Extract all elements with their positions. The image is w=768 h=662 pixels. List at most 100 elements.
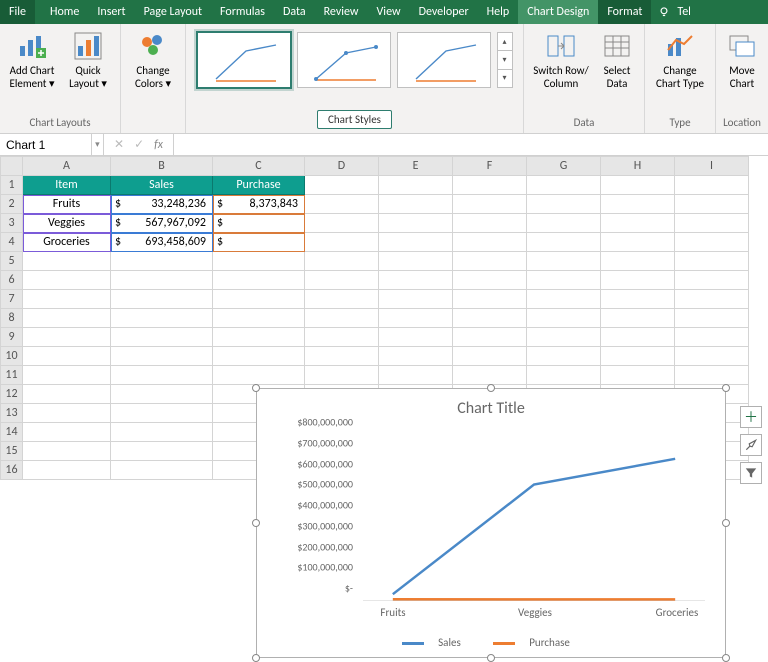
cell[interactable] [23, 404, 111, 423]
tell-me-icon[interactable] [651, 0, 677, 24]
cell[interactable]: $ [213, 233, 305, 252]
cell[interactable] [601, 252, 675, 271]
formula-bar-input[interactable] [174, 134, 768, 155]
cell[interactable] [111, 252, 213, 271]
cell[interactable] [453, 252, 527, 271]
cell[interactable] [213, 347, 305, 366]
chart-style-1[interactable] [197, 32, 291, 88]
resize-handle[interactable] [252, 654, 260, 662]
cell[interactable] [23, 328, 111, 347]
cell[interactable] [23, 347, 111, 366]
cell[interactable]: $ [213, 214, 305, 233]
cell[interactable]: Item [23, 176, 111, 195]
cell[interactable] [305, 176, 379, 195]
cell[interactable]: Sales [111, 176, 213, 195]
cell[interactable] [213, 271, 305, 290]
column-header[interactable]: B [111, 157, 213, 176]
tab-chart-design[interactable]: Chart Design [518, 0, 598, 24]
quick-layout-button[interactable]: Quick Layout ▾ [60, 28, 116, 92]
cell[interactable] [601, 309, 675, 328]
column-header[interactable]: E [379, 157, 453, 176]
column-header[interactable]: A [23, 157, 111, 176]
cell[interactable] [213, 309, 305, 328]
cell[interactable] [305, 366, 379, 385]
cell[interactable] [675, 366, 749, 385]
cell[interactable] [453, 290, 527, 309]
tab-review[interactable]: Review [315, 0, 368, 24]
cell[interactable] [23, 271, 111, 290]
tab-view[interactable]: View [368, 0, 410, 24]
cell[interactable] [23, 385, 111, 404]
tab-formulas[interactable]: Formulas [211, 0, 274, 24]
cell[interactable] [111, 309, 213, 328]
cell[interactable] [601, 347, 675, 366]
tab-developer[interactable]: Developer [410, 0, 478, 24]
cell[interactable] [305, 347, 379, 366]
cell[interactable] [305, 252, 379, 271]
cell[interactable] [111, 385, 213, 404]
cell[interactable] [453, 176, 527, 195]
cell[interactable]: Groceries [23, 233, 111, 252]
cell[interactable] [675, 328, 749, 347]
tab-data[interactable]: Data [274, 0, 315, 24]
cell[interactable] [675, 176, 749, 195]
cell[interactable] [675, 195, 749, 214]
cell[interactable] [453, 271, 527, 290]
cell[interactable] [527, 195, 601, 214]
cell[interactable] [23, 423, 111, 442]
cell[interactable] [379, 214, 453, 233]
cell[interactable] [527, 233, 601, 252]
row-header[interactable]: 9 [1, 328, 23, 347]
cell[interactable] [111, 461, 213, 480]
cell[interactable] [23, 366, 111, 385]
embedded-chart[interactable]: Chart Title $-$100,000,000$200,000,000$3… [256, 388, 726, 658]
cell[interactable] [527, 214, 601, 233]
cell[interactable] [601, 271, 675, 290]
cell[interactable] [213, 328, 305, 347]
cell[interactable] [379, 176, 453, 195]
cell[interactable] [601, 176, 675, 195]
tab-format[interactable]: Format [598, 0, 651, 24]
cell[interactable] [601, 214, 675, 233]
row-header[interactable]: 15 [1, 442, 23, 461]
row-header[interactable]: 2 [1, 195, 23, 214]
change-colors-button[interactable]: Change Colors ▾ [125, 28, 181, 92]
cell[interactable] [379, 252, 453, 271]
cell[interactable] [675, 252, 749, 271]
cell[interactable] [527, 290, 601, 309]
chart-filter-button[interactable] [740, 462, 762, 484]
cell[interactable] [305, 328, 379, 347]
change-chart-type-button[interactable]: Change Chart Type [649, 28, 711, 92]
row-header[interactable]: 14 [1, 423, 23, 442]
cell[interactable] [305, 233, 379, 252]
resize-handle[interactable] [722, 654, 730, 662]
row-header[interactable]: 8 [1, 309, 23, 328]
cell[interactable] [675, 233, 749, 252]
resize-handle[interactable] [487, 384, 495, 392]
row-header[interactable]: 7 [1, 290, 23, 309]
cell[interactable] [213, 290, 305, 309]
chart-elements-button[interactable]: ＋ [740, 406, 762, 428]
cell[interactable] [453, 233, 527, 252]
cell[interactable] [305, 290, 379, 309]
select-all[interactable] [1, 157, 23, 176]
cell[interactable] [675, 214, 749, 233]
cell[interactable] [23, 309, 111, 328]
name-box[interactable]: ▾ [0, 134, 104, 155]
row-header[interactable]: 12 [1, 385, 23, 404]
cell[interactable] [453, 366, 527, 385]
chart-style-3[interactable] [397, 32, 491, 88]
column-header[interactable]: G [527, 157, 601, 176]
cell[interactable] [111, 290, 213, 309]
cell[interactable] [111, 423, 213, 442]
chart-styles-button[interactable] [740, 434, 762, 456]
cell[interactable] [675, 290, 749, 309]
cell[interactable] [23, 290, 111, 309]
cell[interactable]: Veggies [23, 214, 111, 233]
tab-home[interactable]: Home [41, 0, 88, 24]
cell[interactable] [601, 366, 675, 385]
tab-page-layout[interactable]: Page Layout [135, 0, 211, 24]
cell[interactable] [453, 309, 527, 328]
tab-file[interactable]: File [0, 0, 35, 24]
cell[interactable] [527, 366, 601, 385]
